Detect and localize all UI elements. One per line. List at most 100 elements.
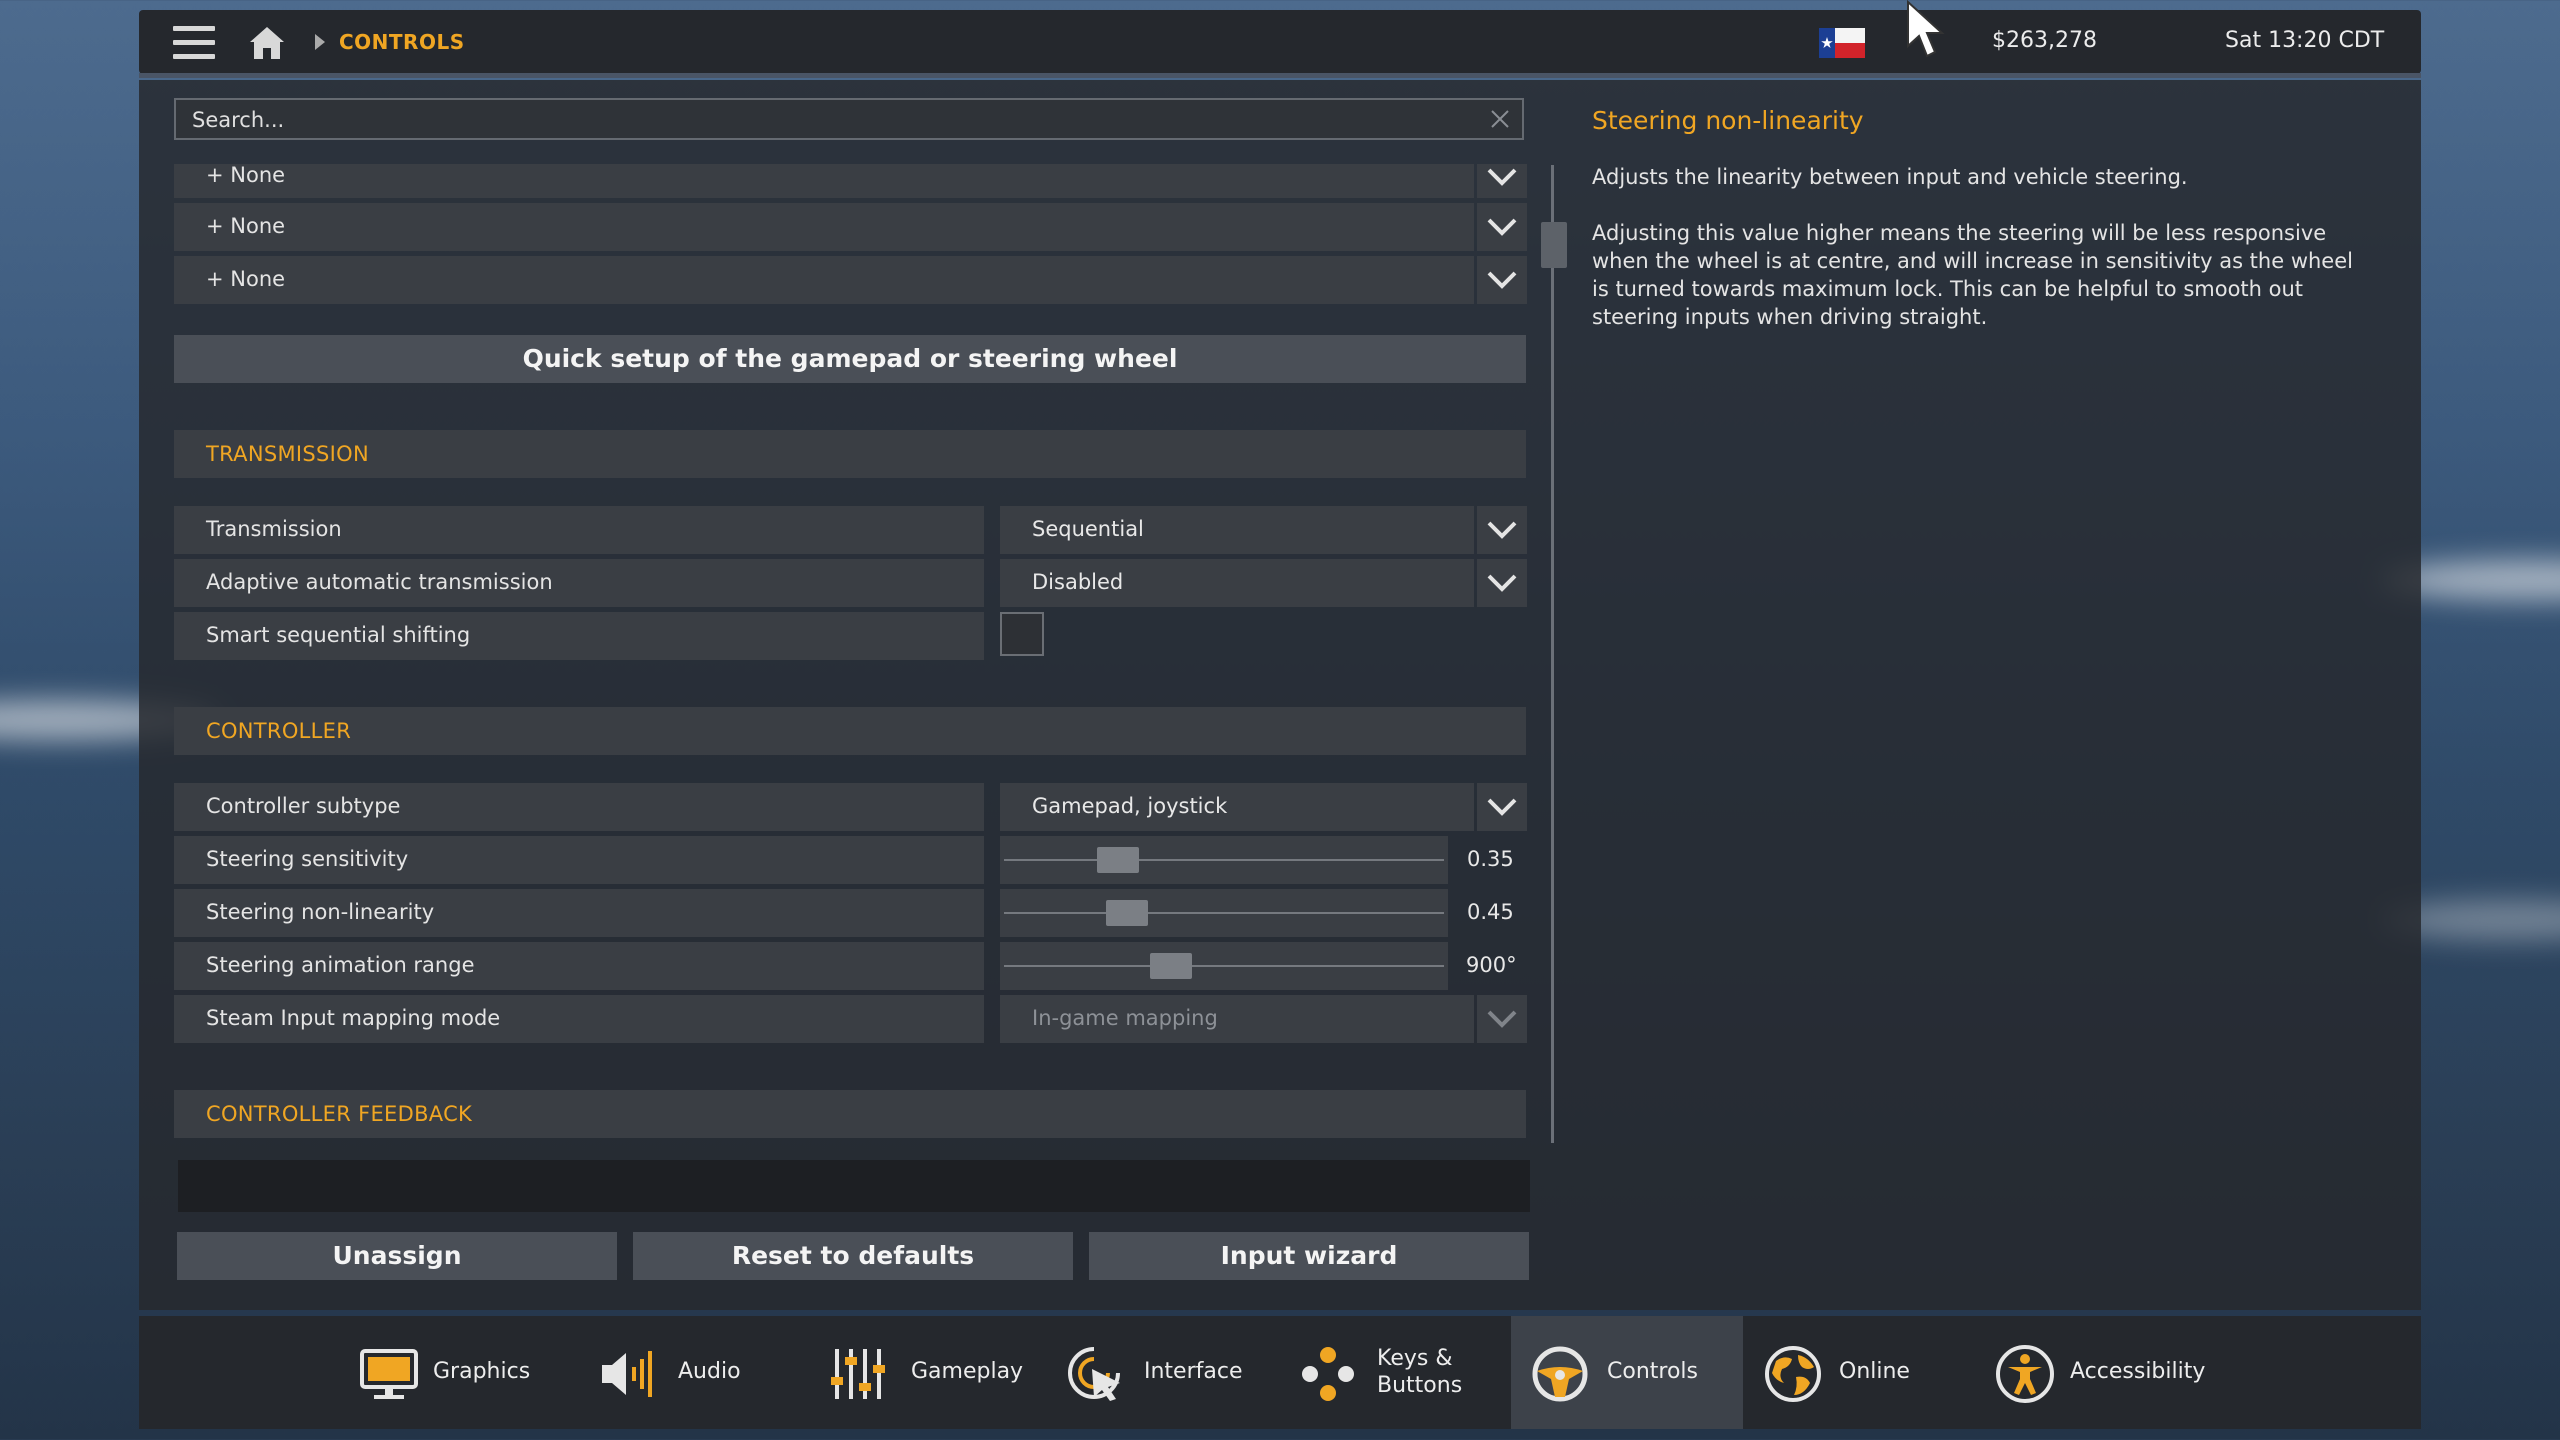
binding-row[interactable]: + None — [174, 203, 1474, 251]
transmission-dropdown[interactable] — [1477, 506, 1527, 554]
steering-sensitivity-label-row: Steering sensitivity — [174, 836, 984, 884]
smart-shifting-label-row: Smart sequential shifting — [174, 612, 984, 660]
steam-input-value: In-game mapping — [1032, 1006, 1218, 1030]
clock-display: Sat 13:20 CDT — [2225, 28, 2385, 53]
steering-nonlinearity-value: 0.45 — [1467, 900, 1514, 924]
top-bar: CONTROLS $263,278 Sat 13:20 CDT — [139, 10, 2421, 78]
list-fade — [178, 1160, 1530, 1212]
section-title: CONTROLLER — [206, 719, 352, 743]
section-transmission: TRANSMISSION — [174, 430, 1526, 478]
tab-online[interactable]: Online — [1762, 1316, 1962, 1429]
tab-label: Gameplay — [911, 1359, 1024, 1384]
scrollbar-track[interactable] — [1551, 165, 1554, 1143]
slider-track — [1004, 965, 1444, 967]
search-box[interactable] — [174, 98, 1524, 140]
binding-dropdown[interactable] — [1477, 164, 1527, 198]
globe-icon — [1765, 1346, 1821, 1402]
tab-keys-buttons[interactable]: Keys & Buttons — [1297, 1316, 1497, 1429]
top-bar-accent — [139, 73, 2421, 78]
clear-search-icon[interactable] — [1488, 107, 1512, 131]
binding-dropdown[interactable] — [1477, 256, 1527, 304]
tab-label: Online — [1839, 1359, 1910, 1384]
breadcrumb-arrow-icon — [315, 34, 325, 50]
binding-row[interactable]: + None — [174, 163, 1474, 198]
money-display: $263,278 — [1992, 28, 2097, 53]
steering-nonlinearity-slider[interactable] — [1000, 889, 1448, 937]
smart-shifting-checkbox[interactable] — [1000, 612, 1044, 656]
binding-label: + None — [206, 214, 286, 238]
smart-shifting-label: Smart sequential shifting — [206, 623, 471, 647]
unassign-button[interactable]: Unassign — [177, 1232, 617, 1280]
tab-gameplay[interactable]: Gameplay — [829, 1316, 1039, 1429]
tab-audio[interactable]: Audio — [598, 1316, 798, 1429]
steam-input-dropdown — [1477, 995, 1527, 1043]
tab-interface[interactable]: Interface — [1064, 1316, 1274, 1429]
monitor-icon — [360, 1349, 418, 1399]
section-controller: CONTROLLER — [174, 707, 1526, 755]
controller-subtype-value: Gamepad, joystick — [1032, 794, 1228, 818]
transmission-label-row: Transmission — [174, 506, 984, 554]
adaptive-value: Disabled — [1032, 570, 1124, 594]
slider-thumb[interactable] — [1150, 953, 1192, 979]
chevron-down-icon — [1487, 798, 1517, 816]
tab-label: Accessibility — [2070, 1359, 2206, 1384]
quick-setup-button[interactable]: Quick setup of the gamepad or steering w… — [174, 335, 1526, 383]
steering-sensitivity-value: 0.35 — [1467, 847, 1514, 871]
tab-label-line1: Keys & — [1377, 1346, 1453, 1371]
input-wizard-button[interactable]: Input wizard — [1089, 1232, 1529, 1280]
binding-label: + None — [206, 163, 286, 187]
tab-label: Interface — [1144, 1359, 1243, 1384]
slider-track — [1004, 859, 1444, 861]
tab-accessibility[interactable]: Accessibility — [1994, 1316, 2234, 1429]
reset-defaults-button[interactable]: Reset to defaults — [633, 1232, 1073, 1280]
controller-subtype-label-row: Controller subtype — [174, 783, 984, 831]
tab-label: Controls — [1607, 1359, 1698, 1384]
settings-nav-bar: Graphics Audio Gameplay Interface Keys &… — [139, 1316, 2421, 1429]
menu-icon[interactable] — [173, 26, 215, 60]
chevron-down-icon — [1487, 1010, 1517, 1028]
slider-thumb[interactable] — [1106, 900, 1148, 926]
steam-input-select: In-game mapping — [1000, 995, 1474, 1043]
tab-label: Graphics — [433, 1359, 531, 1384]
breadcrumb[interactable]: CONTROLS — [339, 30, 465, 54]
section-title: TRANSMISSION — [206, 442, 369, 466]
steam-input-label-row: Steam Input mapping mode — [174, 995, 984, 1043]
tab-controls[interactable]: Controls — [1511, 1316, 1743, 1429]
transmission-value: Sequential — [1032, 517, 1144, 541]
search-input[interactable] — [190, 100, 1464, 140]
scrollbar-thumb[interactable] — [1541, 222, 1567, 268]
steering-animation-label: Steering animation range — [206, 953, 475, 977]
controller-subtype-select[interactable]: Gamepad, joystick — [1000, 783, 1474, 831]
cursor-target-icon — [1068, 1347, 1120, 1401]
home-icon[interactable] — [247, 24, 287, 62]
binding-dropdown[interactable] — [1477, 203, 1527, 251]
chevron-down-icon — [1487, 574, 1517, 592]
tab-graphics[interactable]: Graphics — [358, 1316, 588, 1429]
slider-track — [1004, 912, 1444, 914]
texas-flag-icon[interactable] — [1819, 28, 1865, 58]
chevron-down-icon — [1487, 271, 1517, 289]
help-paragraph-1: Adjusts the linearity between input and … — [1592, 165, 2188, 189]
steering-sensitivity-slider[interactable] — [1000, 836, 1448, 884]
binding-label: + None — [206, 267, 286, 291]
speaker-icon — [602, 1351, 652, 1397]
steering-sensitivity-label: Steering sensitivity — [206, 847, 409, 871]
adaptive-label-row: Adaptive automatic transmission — [174, 559, 984, 607]
steering-wheel-icon — [1532, 1346, 1588, 1402]
tab-label: Audio — [678, 1359, 741, 1384]
steering-animation-slider[interactable] — [1000, 942, 1448, 990]
chevron-down-icon — [1487, 218, 1517, 236]
slider-thumb[interactable] — [1097, 847, 1139, 873]
steering-nonlinearity-label: Steering non-linearity — [206, 900, 435, 924]
mouse-cursor-icon — [1907, 0, 1945, 58]
sliders-icon — [831, 1349, 885, 1399]
help-paragraph-2: Adjusting this value higher means the st… — [1592, 221, 2353, 329]
chevron-down-icon — [1487, 168, 1517, 186]
controller-subtype-dropdown[interactable] — [1477, 783, 1527, 831]
gamepad-buttons-icon — [1302, 1347, 1354, 1401]
chevron-down-icon — [1487, 521, 1517, 539]
binding-row[interactable]: + None — [174, 256, 1474, 304]
adaptive-dropdown[interactable] — [1477, 559, 1527, 607]
adaptive-select[interactable]: Disabled — [1000, 559, 1474, 607]
transmission-select[interactable]: Sequential — [1000, 506, 1474, 554]
